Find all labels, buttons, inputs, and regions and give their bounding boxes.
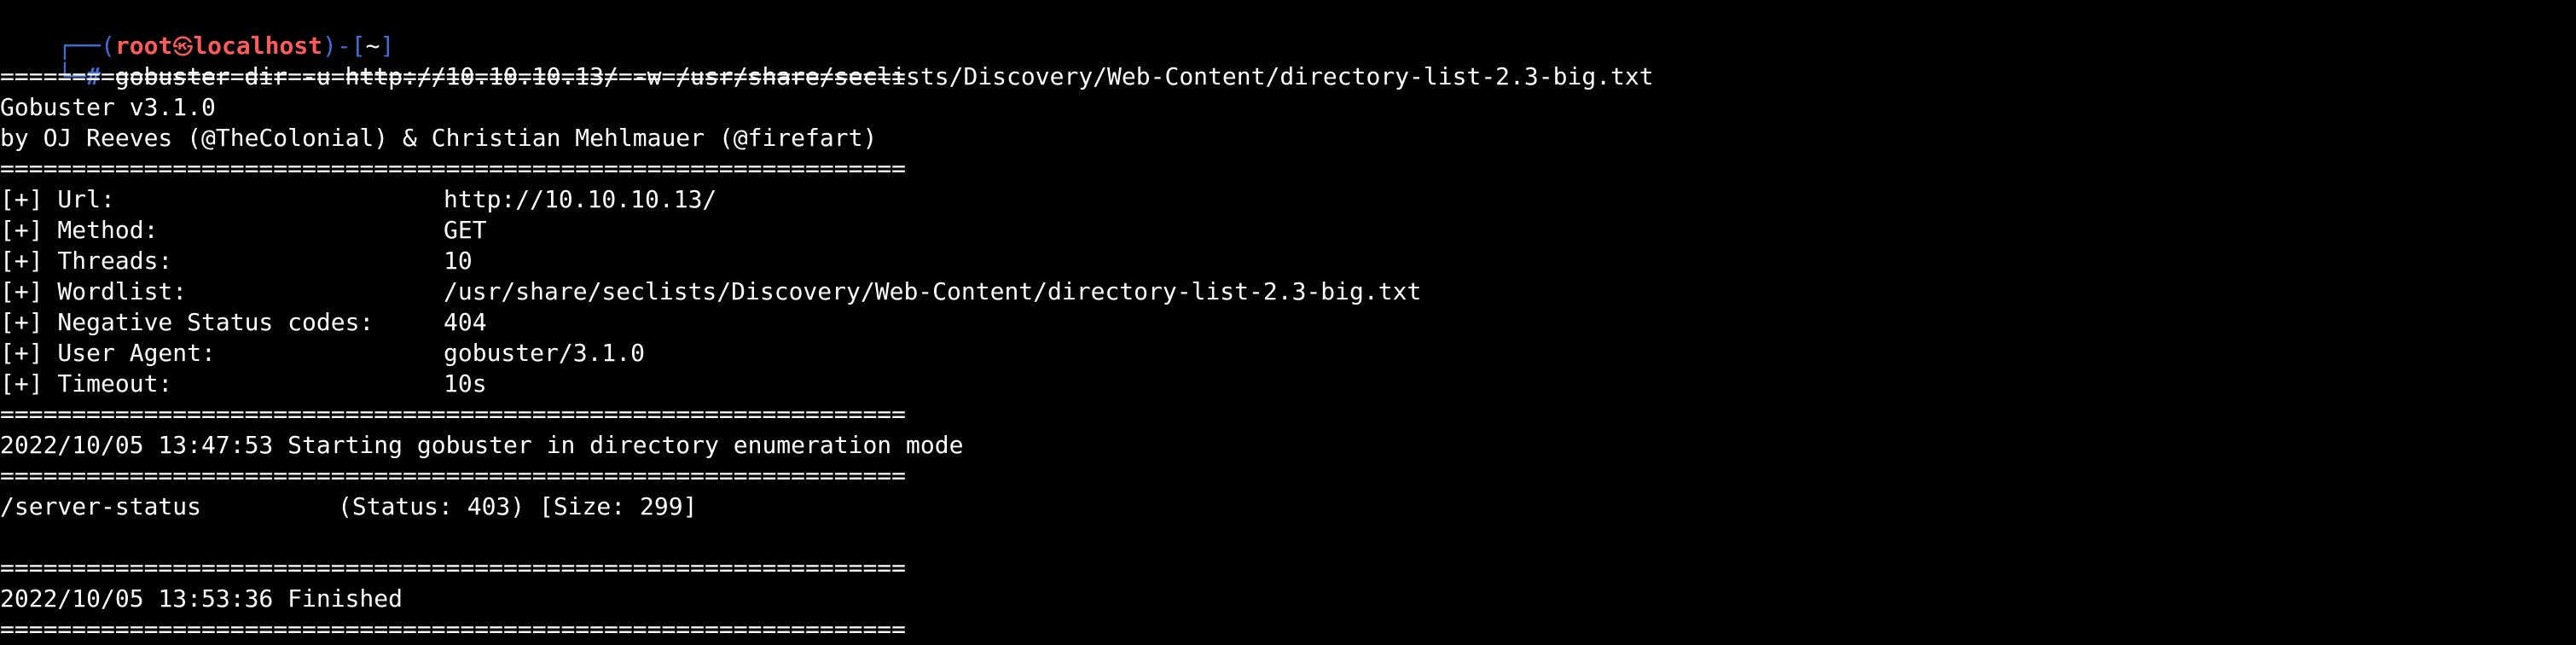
config-key: [+] Url: [0,185,115,213]
config-key: [+] Threads: [0,247,173,275]
config-row: [+] Negative Status codes: 404 [0,307,487,338]
config-row: [+] Timeout: 10s [0,369,487,399]
prompt-line: ┌──(root㉿localhost)-[~] [0,0,394,60]
config-value: GET [444,216,487,244]
config-row: [+] Threads: 10 [0,246,473,276]
result-details: (Status: 403) [Size: 299] [338,492,698,520]
start-message: 2022/10/05 13:47:53 Starting gobuster in… [0,431,964,459]
terminal-window[interactable]: ┌──(root㉿localhost)-[~] └─# gobuster dir… [0,0,2576,643]
config-row: [+] User Agent: gobuster/3.1.0 [0,338,645,369]
config-row: [+] Url: http://10.10.10.13/ [0,184,717,215]
config-key: [+] Method: [0,216,159,244]
separator-line: ========================================… [0,554,907,582]
config-value: 404 [444,308,487,336]
separator-line: ========================================… [0,615,907,643]
config-value: http://10.10.10.13/ [444,185,717,213]
result-row: /server-status (Status: 403) [Size: 299] [0,491,697,522]
separator-line: ========================================… [0,62,907,90]
separator-line: ========================================… [0,154,907,183]
finish-message: 2022/10/05 13:53:36 Finished [0,584,403,613]
config-key: [+] User Agent: [0,339,216,367]
result-path: /server-status [0,492,202,520]
config-row: [+] Method: GET [0,215,487,246]
config-value: /usr/share/seclists/Discovery/Web-Conten… [444,277,1422,305]
command-line[interactable]: └─# gobuster dir -u http://10.10.10.13/ … [0,31,1653,90]
config-key: [+] Timeout: [0,369,173,398]
config-key: [+] Wordlist: [0,277,188,305]
separator-line: ========================================… [0,400,907,428]
config-value: 10s [444,369,487,398]
config-value: 10 [444,247,473,275]
banner-version: Gobuster v3.1.0 [0,93,216,121]
banner-authors: by OJ Reeves (@TheColonial) & Christian … [0,124,878,152]
config-row: [+] Wordlist: /usr/share/seclists/Discove… [0,276,1421,307]
config-key: [+] Negative Status codes: [0,308,374,336]
separator-line: ========================================… [0,462,907,490]
config-value: gobuster/3.1.0 [444,339,646,367]
